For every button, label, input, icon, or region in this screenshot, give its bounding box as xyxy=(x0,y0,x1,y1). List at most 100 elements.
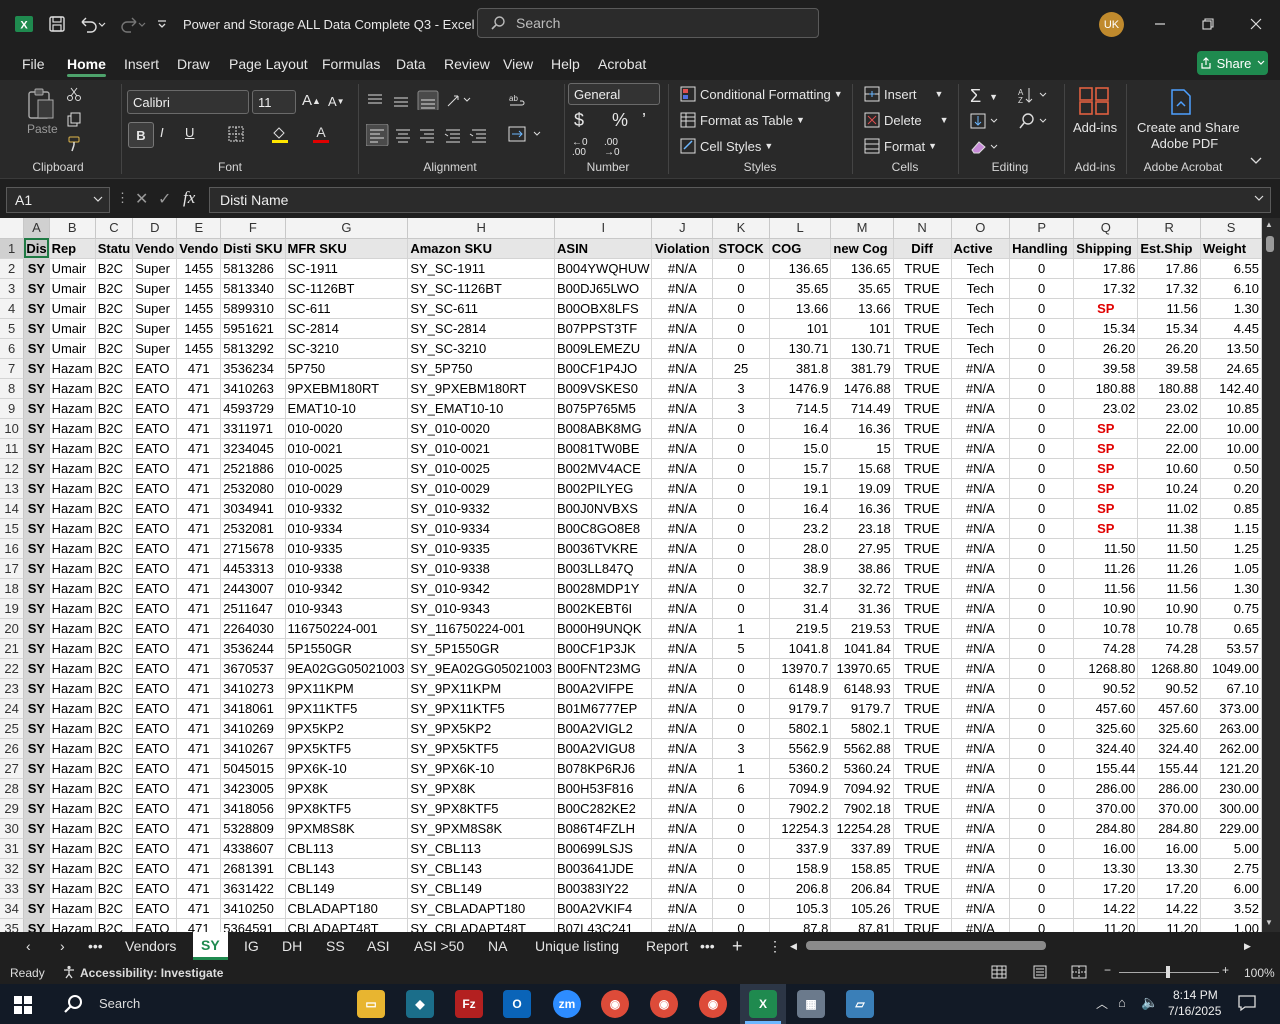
cell[interactable]: B2C xyxy=(95,538,134,559)
row-header[interactable]: 5 xyxy=(0,318,25,339)
column-header[interactable]: H xyxy=(407,218,556,239)
cell[interactable]: 9179.7 xyxy=(830,698,894,719)
cell[interactable]: 010-9335 xyxy=(285,538,409,559)
redo-icon[interactable] xyxy=(114,0,150,48)
cell[interactable]: TRUE xyxy=(893,818,952,839)
avatar[interactable]: UK xyxy=(1099,12,1124,37)
cell[interactable]: 14.22 xyxy=(1137,898,1202,919)
cell[interactable]: SY_9PX11KPM xyxy=(407,678,556,699)
cell[interactable]: SY_010-9342 xyxy=(407,578,556,599)
cell[interactable]: SC-1911 xyxy=(285,258,409,279)
row-header[interactable]: 34 xyxy=(0,898,25,919)
cell[interactable]: SY xyxy=(23,438,50,459)
cell[interactable]: SY xyxy=(23,678,50,699)
cell[interactable]: EATO xyxy=(132,818,178,839)
cell[interactable]: SY xyxy=(23,598,50,619)
cell[interactable]: SY xyxy=(23,398,50,419)
cell[interactable]: SY_SC-611 xyxy=(407,298,556,319)
cell[interactable]: 11.26 xyxy=(1137,558,1202,579)
column-header[interactable]: B xyxy=(49,218,96,239)
cell[interactable]: CBL149 xyxy=(285,878,409,899)
column-header[interactable]: D xyxy=(132,218,178,239)
cell[interactable]: 7094.92 xyxy=(830,778,894,799)
worksheet-table[interactable]: A B C D E F G H I J K L M N O P Q R S 1 Dis Rep Statu Vendo Vend… xyxy=(0,218,1262,932)
cell[interactable]: Umair xyxy=(49,298,96,319)
cell[interactable]: 471 xyxy=(176,858,222,879)
cell[interactable]: EATO xyxy=(132,538,178,559)
cell[interactable]: B2C xyxy=(95,678,134,699)
cell[interactable]: 13.66 xyxy=(769,298,832,319)
cell[interactable]: 370.00 xyxy=(1073,798,1139,819)
cell[interactable]: 0 xyxy=(712,678,770,699)
cell[interactable]: B004YWQHUW xyxy=(554,258,653,279)
cell[interactable]: 9EA02GG05021003 xyxy=(285,658,409,679)
cell[interactable]: B2C xyxy=(95,258,134,279)
cell[interactable]: 15 xyxy=(830,438,894,459)
cell[interactable]: Tech xyxy=(951,338,1011,359)
cell[interactable]: #N/A xyxy=(651,358,714,379)
cell[interactable]: 0 xyxy=(1009,878,1075,899)
cell[interactable]: B000H9UNQK xyxy=(554,618,653,639)
cell[interactable]: 471 xyxy=(176,778,222,799)
cell[interactable]: EATO xyxy=(132,378,178,399)
cell[interactable]: SC-1126BT xyxy=(285,278,409,299)
row-header[interactable]: 24 xyxy=(0,698,25,719)
cell[interactable]: 2443007 xyxy=(220,578,286,599)
outlook-icon[interactable]: O xyxy=(503,990,531,1018)
cell[interactable]: Hazam xyxy=(49,418,96,439)
column-header[interactable]: E xyxy=(176,218,222,239)
cell[interactable]: 53.57 xyxy=(1200,638,1262,659)
cell[interactable]: Hazam xyxy=(49,878,96,899)
cell[interactable]: 10.90 xyxy=(1137,598,1202,619)
cell[interactable]: SY xyxy=(23,718,50,739)
row-header[interactable]: 13 xyxy=(0,478,25,499)
cell[interactable]: SP xyxy=(1073,518,1139,539)
cell[interactable]: Active xyxy=(951,238,1011,259)
cell[interactable]: TRUE xyxy=(893,478,952,499)
cell[interactable]: SY_SC-3210 xyxy=(407,338,556,359)
cell[interactable]: SY_5P1550GR xyxy=(407,638,556,659)
cell[interactable]: 471 xyxy=(176,618,222,639)
cell[interactable]: TRUE xyxy=(893,918,952,932)
cell[interactable]: 0 xyxy=(1009,498,1075,519)
cell[interactable]: 0 xyxy=(1009,318,1075,339)
cell[interactable]: 15.7 xyxy=(769,458,832,479)
cell[interactable]: #N/A xyxy=(651,558,714,579)
select-all-corner[interactable] xyxy=(0,218,25,239)
cell[interactable]: #N/A xyxy=(651,898,714,919)
insert-function-icon[interactable]: fx xyxy=(183,188,195,208)
cell[interactable]: #N/A xyxy=(651,318,714,339)
cell[interactable]: B00FNT23MG xyxy=(554,658,653,679)
adobe-pdf-label[interactable]: Adobe PDF xyxy=(1151,136,1218,151)
scroll-up-icon[interactable]: ▲ xyxy=(1265,220,1273,229)
cell[interactable]: Hazam xyxy=(49,678,96,699)
cell[interactable]: EATO xyxy=(132,478,178,499)
cell[interactable]: B2C xyxy=(95,498,134,519)
cell[interactable]: 180.88 xyxy=(1137,378,1202,399)
cell[interactable]: SY_CBL113 xyxy=(407,838,556,859)
tab-scroll-left-icon[interactable]: ‹ xyxy=(26,932,31,960)
cell[interactable]: SY_9PXM8S8K xyxy=(407,818,556,839)
cell[interactable]: SY_SC-1911 xyxy=(407,258,556,279)
menu-home[interactable]: Home xyxy=(67,48,106,80)
borders-icon[interactable] xyxy=(228,126,244,142)
cell[interactable]: B008ABK8MG xyxy=(554,418,653,439)
cell[interactable]: 010-0021 xyxy=(285,438,409,459)
cell[interactable]: SY xyxy=(23,518,50,539)
cell[interactable]: Hazam xyxy=(49,918,96,932)
cell[interactable]: CBLADAPT48T xyxy=(285,918,409,932)
cell[interactable]: 9PX8KTF5 xyxy=(285,798,409,819)
cell[interactable]: 19.09 xyxy=(830,478,894,499)
cell[interactable]: 5045015 xyxy=(220,758,286,779)
cell[interactable]: 74.28 xyxy=(1073,638,1139,659)
cell[interactable]: B002PILYEG xyxy=(554,478,653,499)
cell[interactable]: Vendo xyxy=(132,238,178,259)
add-ins-icon[interactable] xyxy=(1078,86,1110,116)
cut-icon[interactable] xyxy=(66,86,82,102)
wrap-text-icon[interactable]: ab xyxy=(508,92,526,110)
cell[interactable]: 23.02 xyxy=(1073,398,1139,419)
cell[interactable]: 26.20 xyxy=(1073,338,1139,359)
tray-chevron-up-icon[interactable]: ︿ xyxy=(1096,995,1108,1012)
cell[interactable]: 16.4 xyxy=(769,498,832,519)
cell[interactable]: B2C xyxy=(95,318,134,339)
